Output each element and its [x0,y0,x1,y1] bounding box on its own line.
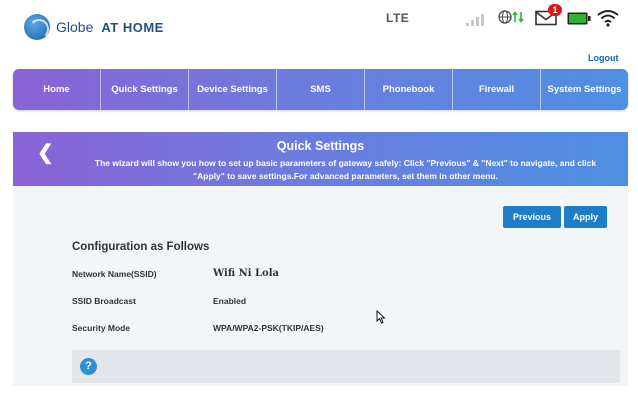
battery-icon [567,12,591,25]
globe-logo-icon [24,14,50,40]
nav-quick-settings[interactable]: Quick Settings [101,69,189,110]
wizard-description: The wizard will show you how to set up b… [94,158,597,181]
ssid-broadcast-label: SSID Broadcast [72,296,136,306]
quick-settings-body: Previous Apply Configuration as Follows … [13,186,628,386]
brand-subtitle: AT HOME [101,19,164,35]
security-mode-value: WPA/WPA2-PSK(TKIP/AES) [213,323,324,333]
ssid-broadcast-value: Enabled [213,296,247,306]
ssid-value: Wifi Ni Lola [213,268,280,279]
top-bar: Globe AT HOME LTE 1 Logout [0,0,638,66]
ssid-label: Network Name(SSID) [72,269,157,279]
previous-button[interactable]: Previous [503,206,561,228]
wifi-icon [597,10,619,27]
signal-bars-icon [466,12,484,26]
help-bar: ? [72,350,620,383]
nav-system-settings[interactable]: System Settings [541,69,628,110]
logout-link[interactable]: Logout [588,53,619,63]
brand-name: Globe [56,19,94,35]
quick-settings-header: ❮ Quick Settings The wizard will show yo… [13,132,628,186]
network-type-label: LTE [386,11,410,25]
nav-home[interactable]: Home [13,69,101,110]
mouse-cursor-icon [376,310,386,324]
configuration-heading: Configuration as Follows [72,241,210,253]
nav-device-settings[interactable]: Device Settings [189,69,277,110]
main-navigation: Home Quick Settings Device Settings SMS … [13,69,628,110]
nav-sms[interactable]: SMS [277,69,365,110]
question-icon[interactable]: ? [80,358,97,375]
mail-count-badge: 1 [548,4,562,16]
nav-firewall[interactable]: Firewall [453,69,541,110]
apply-button[interactable]: Apply [564,206,607,228]
globe-logo: Globe AT HOME [24,14,164,40]
globe-data-icon [498,10,524,24]
security-mode-label: Security Mode [72,323,131,333]
page-title: Quick Settings [276,139,365,153]
nav-phonebook[interactable]: Phonebook [365,69,453,110]
